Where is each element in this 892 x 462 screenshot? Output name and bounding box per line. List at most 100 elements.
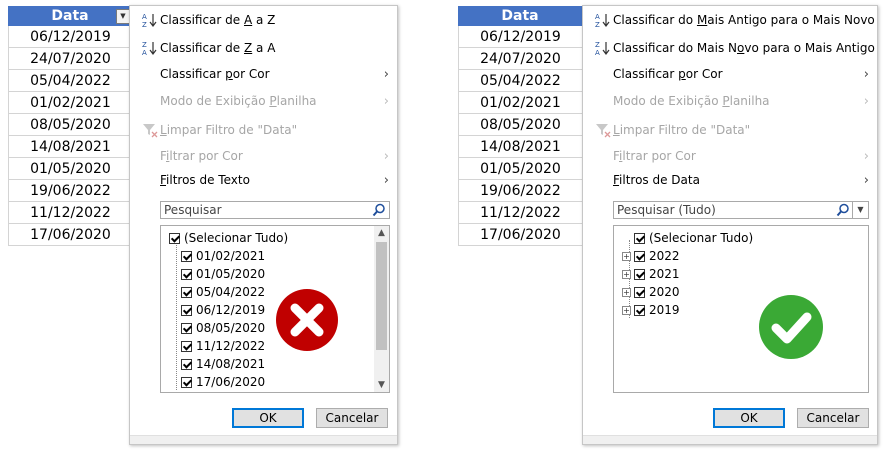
ok-button[interactable]: OK	[232, 408, 304, 428]
cell[interactable]: 11/12/2022	[458, 202, 582, 224]
sort-ascending-label: Classificar de A a Z	[160, 13, 276, 27]
list-item[interactable]: 08/05/2020	[181, 319, 265, 337]
checkbox[interactable]	[634, 232, 645, 244]
svg-text:A: A	[595, 13, 600, 21]
resize-grip[interactable]	[130, 435, 397, 444]
sort-newest-oldest-label: Classificar do Mais Novo para o Mais Ant…	[613, 41, 875, 55]
checkbox[interactable]	[634, 286, 645, 298]
checkbox[interactable]	[181, 268, 192, 280]
cell[interactable]: 06/12/2019	[458, 26, 582, 48]
expand-plus-icon[interactable]: +	[622, 269, 631, 279]
value-tree[interactable]: (Selecionar Tudo) +2022 +2021 +2020 +201…	[613, 225, 869, 393]
cell[interactable]: 08/05/2020	[8, 114, 132, 136]
sort-descending-item[interactable]: Z A Classificar de Z a A	[130, 36, 397, 60]
list-item[interactable]: (Selecionar Tudo)	[169, 229, 288, 247]
list-item[interactable]: 01/05/2020	[181, 265, 265, 283]
cell[interactable]: 05/04/2022	[458, 70, 582, 92]
x-mark-icon	[276, 289, 338, 351]
sort-by-color-item[interactable]: Classificar por Cor ›	[130, 62, 397, 86]
cell[interactable]: 14/08/2021	[8, 136, 132, 158]
tree-year-item[interactable]: +2019	[622, 301, 680, 319]
checkbox[interactable]	[634, 250, 645, 262]
scroll-thumb[interactable]	[376, 242, 387, 350]
svg-text:Z: Z	[142, 41, 147, 49]
cell[interactable]: 01/02/2021	[8, 92, 132, 114]
date-column: Data 06/12/2019 24/07/2020 05/04/2022 01…	[458, 6, 582, 246]
clear-filter-label: Limpar Filtro de "Data"	[160, 123, 298, 137]
sort-by-color-item[interactable]: Classificar por Cor ›	[583, 62, 877, 86]
tree-year-item[interactable]: +2021	[622, 265, 680, 283]
cell[interactable]: 11/12/2022	[8, 202, 132, 224]
list-item[interactable]: 06/12/2019	[181, 301, 265, 319]
checkbox[interactable]	[634, 304, 645, 316]
scroll-up-icon[interactable]: ▲	[374, 226, 389, 240]
cell[interactable]: 19/06/2022	[458, 180, 582, 202]
search-icon	[836, 203, 849, 217]
checkbox[interactable]	[181, 250, 192, 262]
checkbox[interactable]	[181, 304, 192, 316]
search-input[interactable]: Pesquisar	[160, 201, 390, 219]
list-scrollbar[interactable]: ▲ ▼	[374, 226, 389, 392]
filter-dropdown-icon[interactable]: ▼	[116, 9, 130, 24]
cell[interactable]: 19/06/2022	[8, 180, 132, 202]
cell[interactable]: 01/05/2020	[458, 158, 582, 180]
chevron-right-icon: ›	[383, 148, 389, 164]
list-item[interactable]: 17/06/2020	[181, 373, 265, 391]
expand-plus-icon[interactable]: +	[622, 251, 631, 261]
date-filters-item[interactable]: Filtros de Data ›	[583, 168, 877, 192]
chevron-right-icon: ›	[383, 66, 389, 82]
list-item[interactable]: 05/04/2022	[181, 283, 265, 301]
search-input[interactable]: Pesquisar (Tudo) ▼	[613, 201, 869, 219]
clear-filter-label: Limpar Filtro de "Data"	[613, 123, 751, 137]
cell[interactable]: 01/05/2020	[8, 158, 132, 180]
list-item[interactable]: 11/12/2022	[181, 337, 265, 355]
checkbox[interactable]	[181, 286, 192, 298]
column-header[interactable]: Data ▼	[8, 6, 132, 26]
scroll-down-icon[interactable]: ▼	[374, 378, 389, 392]
list-item[interactable]: (Selecionar Tudo)	[634, 229, 753, 247]
chevron-down-icon[interactable]: ▼	[852, 202, 868, 218]
filter-by-color-label: Filtrar por Cor	[613, 149, 696, 163]
cell[interactable]: 14/08/2021	[458, 136, 582, 158]
checkbox[interactable]	[634, 268, 645, 280]
chevron-right-icon: ›	[383, 172, 389, 188]
cell[interactable]: 24/07/2020	[8, 48, 132, 70]
resize-grip[interactable]	[583, 435, 877, 444]
checkbox[interactable]	[181, 358, 192, 370]
cell[interactable]: 05/04/2022	[8, 70, 132, 92]
expand-plus-icon[interactable]: +	[622, 287, 631, 297]
cell[interactable]: 24/07/2020	[458, 48, 582, 70]
checkbox[interactable]	[181, 376, 192, 388]
cell[interactable]: 06/12/2019	[8, 26, 132, 48]
column-header[interactable]: Data	[458, 6, 582, 26]
clear-filter-icon	[143, 124, 158, 138]
checkbox[interactable]	[181, 322, 192, 334]
cancel-button[interactable]: Cancelar	[316, 408, 388, 428]
list-item[interactable]: 01/02/2021	[181, 247, 265, 265]
clear-filter-item: Limpar Filtro de "Data"	[583, 118, 877, 142]
checkbox[interactable]	[169, 232, 180, 244]
sheet-view-label: Modo de Exibição Planilha	[160, 94, 317, 108]
sheet-view-label: Modo de Exibição Planilha	[613, 94, 770, 108]
ok-button[interactable]: OK	[713, 408, 785, 428]
checkbox[interactable]	[181, 340, 192, 352]
sort-ascending-item[interactable]: A Z Classificar de A a Z	[130, 8, 397, 32]
svg-text:Z: Z	[142, 21, 147, 28]
cell[interactable]: 17/06/2020	[8, 224, 132, 246]
sort-newest-oldest-item[interactable]: Z A Classificar do Mais Novo para o Mais…	[583, 36, 877, 60]
tree-year-item[interactable]: +2020	[622, 283, 680, 301]
check-mark-icon	[759, 295, 823, 359]
text-filters-label: Filtros de Texto	[160, 173, 250, 187]
cancel-button[interactable]: Cancelar	[797, 408, 869, 428]
tree-year-item[interactable]: +2022	[622, 247, 680, 265]
text-filters-item[interactable]: Filtros de Texto ›	[130, 168, 397, 192]
list-item[interactable]: 14/08/2021	[181, 355, 265, 373]
cell[interactable]: 01/02/2021	[458, 92, 582, 114]
column-header-label: Data	[51, 8, 89, 24]
cell[interactable]: 17/06/2020	[458, 224, 582, 246]
sort-az-icon: A Z	[142, 13, 157, 28]
cell[interactable]: 08/05/2020	[458, 114, 582, 136]
sort-oldest-newest-item[interactable]: A Z Classificar do Mais Antigo para o Ma…	[583, 8, 877, 32]
sort-by-color-label: Classificar por Cor	[613, 67, 723, 81]
expand-plus-icon[interactable]: +	[622, 305, 631, 315]
